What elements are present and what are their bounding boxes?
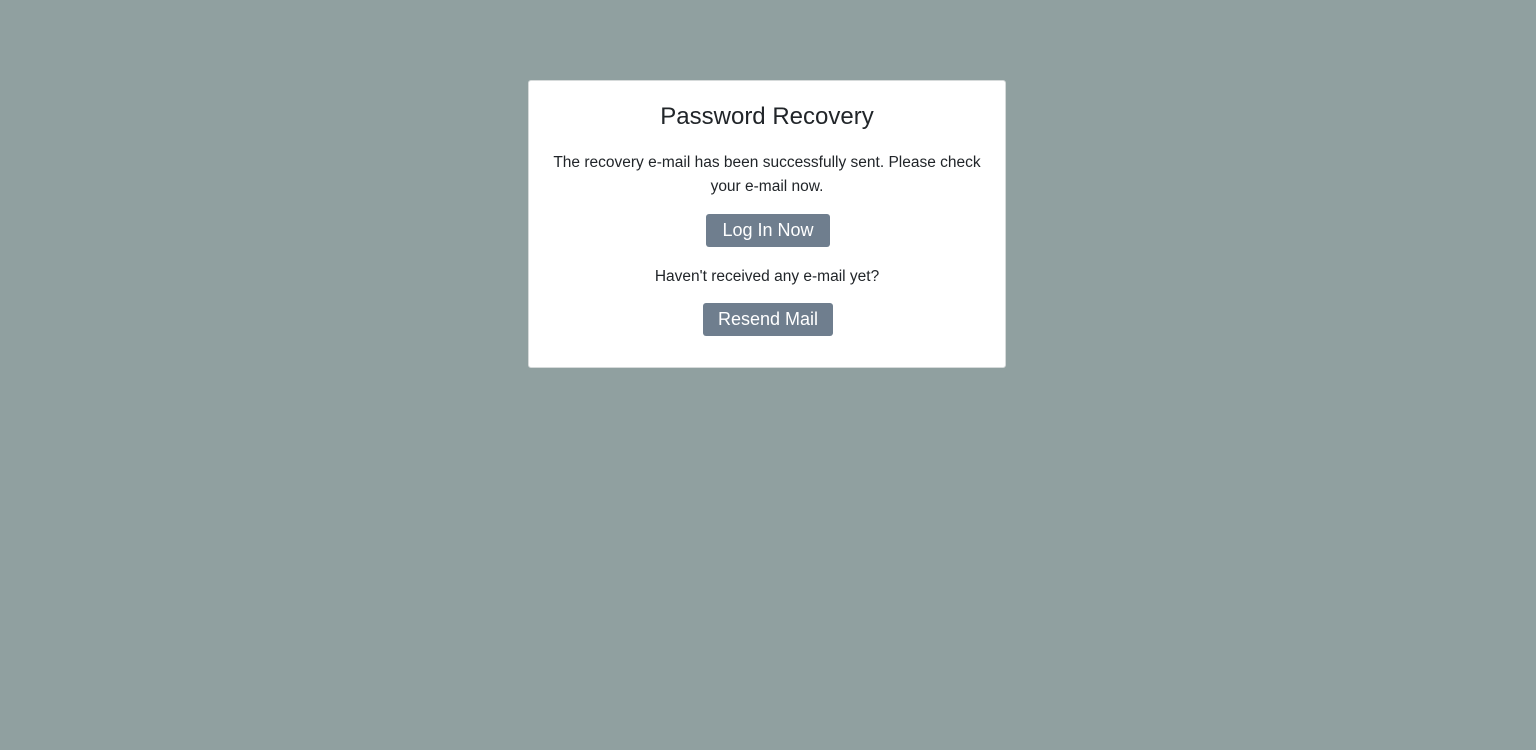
log-in-now-button[interactable]: Log In Now: [706, 214, 830, 247]
recovery-sent-message: The recovery e-mail has been successfull…: [553, 154, 981, 195]
not-received-question: Haven't received any e-mail yet?: [654, 268, 880, 285]
page-background: { "card": { "title": "Password Recovery"…: [0, 0, 1536, 750]
password-recovery-card: Password Recovery The recovery e-mail ha…: [528, 80, 1006, 368]
page-title: Password Recovery: [660, 103, 874, 130]
resend-mail-button[interactable]: Resend Mail: [703, 303, 833, 336]
